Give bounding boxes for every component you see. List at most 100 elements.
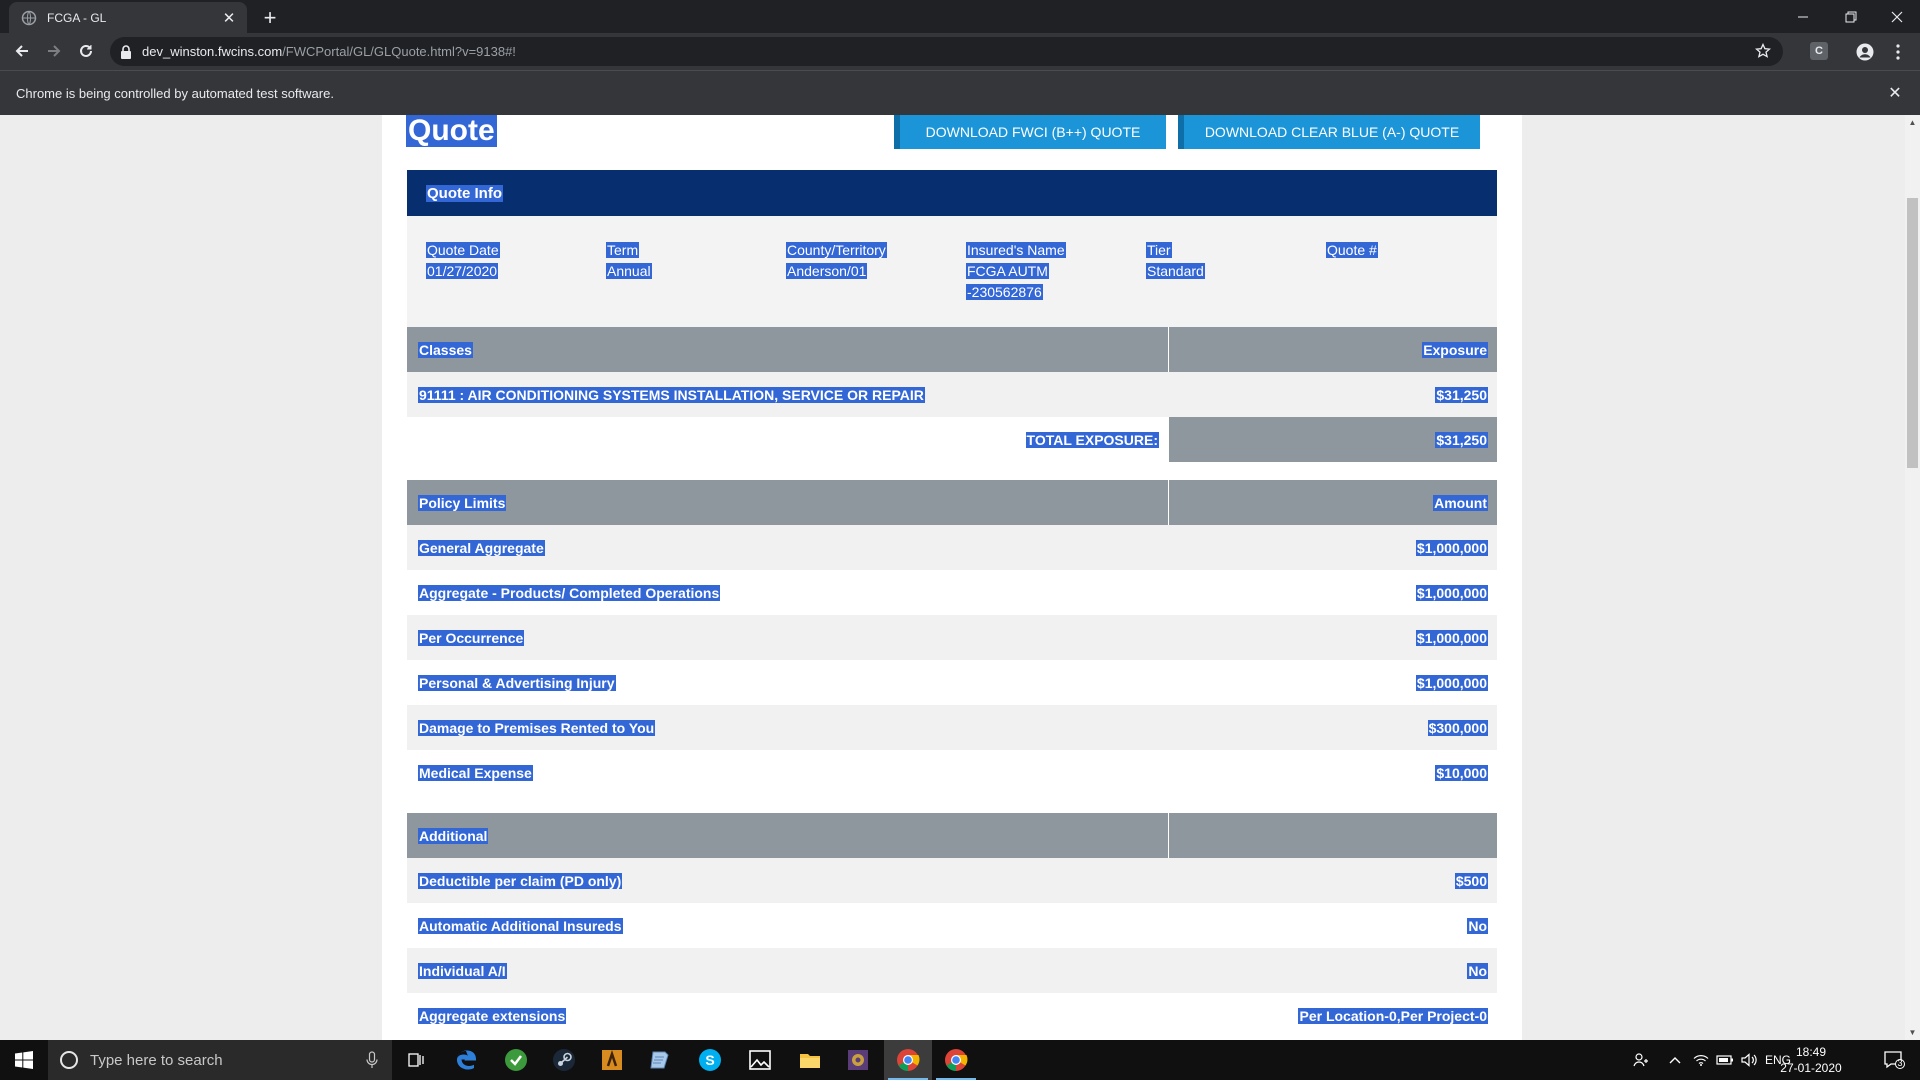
field-label: Term — [606, 242, 640, 258]
page-scrollbar[interactable]: ▲ ▼ — [1905, 115, 1920, 1040]
file-explorer-icon[interactable] — [786, 1040, 834, 1080]
table-row: Deductible per claim (PD only) $500 — [407, 858, 1497, 903]
policy-limits-header-label: Policy Limits — [418, 494, 507, 511]
clock-time: 18:49 — [1795, 1045, 1827, 1059]
table-row: 91111 : AIR CONDITIONING SYSTEMS INSTALL… — [407, 372, 1497, 417]
battery-icon[interactable] — [1714, 1040, 1736, 1080]
microphone-icon[interactable] — [366, 1051, 378, 1073]
table-row: Aggregate - Products/ Completed Operatio… — [407, 570, 1497, 615]
download-fwci-quote-button[interactable]: DOWNLOAD FWCI (B++) QUOTE — [894, 115, 1166, 149]
table-row: General Aggregate $1,000,000 — [407, 525, 1497, 570]
reload-icon[interactable] — [72, 37, 100, 65]
table-row: Medical Expense $10,000 — [407, 750, 1497, 795]
back-arrow-icon[interactable] — [8, 37, 36, 65]
field-label: Quote Date — [426, 242, 500, 258]
table-row: Individual A/I No — [407, 948, 1497, 993]
additional-label: Individual A/I — [418, 962, 507, 979]
total-exposure-row: TOTAL EXPOSURE: $31,250 — [407, 417, 1497, 462]
quote-number-field: Quote # — [1326, 240, 1378, 261]
steam-icon[interactable] — [540, 1040, 588, 1080]
task-view-icon[interactable] — [392, 1040, 440, 1080]
download-clear-blue-quote-button[interactable]: DOWNLOAD CLEAR BLUE (A-) QUOTE — [1178, 115, 1480, 149]
windows-start-icon[interactable] — [0, 1040, 48, 1080]
bookmark-star-icon[interactable] — [1754, 42, 1773, 61]
game-app-icon[interactable] — [588, 1040, 636, 1080]
browser-tab-strip: FCGA - GL ✕ + — [0, 0, 1920, 33]
classes-header: Classes Exposure — [407, 327, 1497, 372]
field-value: Annual — [606, 263, 652, 279]
limit-label: Per Occurrence — [418, 629, 525, 646]
lock-icon — [120, 44, 134, 59]
skype-icon[interactable]: S — [686, 1040, 734, 1080]
classes-header-label: Classes — [418, 341, 473, 358]
globe-icon — [21, 10, 37, 26]
additional-table: Additional Deductible per claim (PD only… — [407, 813, 1497, 1038]
people-icon[interactable] — [1628, 1040, 1654, 1080]
quote-card: Quote DOWNLOAD FWCI (B++) QUOTE DOWNLOAD… — [382, 115, 1522, 1040]
limit-label: Personal & Advertising Injury — [418, 674, 616, 691]
tier-field: Tier Standard — [1146, 240, 1205, 282]
notification-center-icon[interactable]: 3 — [1874, 1040, 1914, 1080]
total-exposure-value: $31,250 — [1435, 431, 1488, 448]
chrome-icon-2[interactable] — [932, 1040, 980, 1080]
close-window-button[interactable] — [1874, 0, 1920, 33]
cortana-icon — [60, 1051, 78, 1069]
total-exposure-label: TOTAL EXPOSURE: — [1025, 431, 1159, 448]
field-label: County/Territory — [786, 242, 887, 258]
table-row: Automatic Additional Insureds No — [407, 903, 1497, 948]
address-bar[interactable]: dev_winston.fwcins.com/FWCPortal/GL/GLQu… — [110, 37, 1783, 66]
table-row: Per Occurrence $1,000,000 — [407, 615, 1497, 660]
profile-icon[interactable] — [1855, 42, 1875, 62]
taskbar-clock[interactable]: 18:49 27-01-2020 — [1776, 1044, 1846, 1076]
taskbar-search-placeholder: Type here to search — [90, 1051, 223, 1069]
additional-label: Deductible per claim (PD only) — [418, 872, 623, 889]
field-value: Anderson/01 — [786, 263, 868, 279]
notification-count: 3 — [1897, 1058, 1903, 1068]
scroll-thumb[interactable] — [1907, 198, 1918, 468]
app-icon-green[interactable] — [492, 1040, 540, 1080]
limit-value: $1,000,000 — [1415, 539, 1488, 556]
volume-icon[interactable] — [1738, 1040, 1760, 1080]
browser-toolbar: dev_winston.fwcins.com/FWCPortal/GL/GLQu… — [0, 33, 1920, 70]
infobar-text: Chrome is being controlled by automated … — [16, 85, 334, 101]
limit-value: $1,000,000 — [1415, 674, 1488, 691]
additional-value: $500 — [1454, 872, 1488, 889]
limit-value: $1,000,000 — [1415, 584, 1488, 601]
quote-info-title: Quote Info — [426, 184, 503, 202]
tab-title: FCGA - GL — [47, 10, 107, 25]
limit-label: Aggregate - Products/ Completed Operatio… — [418, 584, 721, 601]
quote-info-header: Quote Info — [407, 170, 1497, 216]
chrome-icon[interactable] — [884, 1040, 932, 1080]
insured-name-field: Insured's Name FCGA AUTM -230562876 — [966, 240, 1066, 303]
extension-icon[interactable]: C — [1810, 42, 1828, 60]
game-icon-2[interactable] — [834, 1040, 882, 1080]
classes-table: Classes Exposure 91111 : AIR CONDITIONIN… — [407, 327, 1497, 462]
photos-icon[interactable] — [736, 1040, 784, 1080]
field-label: Tier — [1146, 242, 1172, 258]
chevron-up-icon[interactable] — [1664, 1040, 1686, 1080]
browser-tab[interactable]: FCGA - GL ✕ — [9, 2, 247, 33]
automation-infobar: Chrome is being controlled by automated … — [0, 70, 1920, 115]
infobar-close-icon[interactable]: ✕ — [1886, 84, 1904, 102]
class-exposure: $31,250 — [1435, 386, 1488, 403]
forward-arrow-icon[interactable] — [40, 37, 68, 65]
new-tab-button[interactable]: + — [256, 4, 284, 32]
windows-taskbar: Type here to search S ENG 18:49 27-01-20… — [0, 1040, 1920, 1080]
policy-limits-table: Policy Limits Amount General Aggregate $… — [407, 480, 1497, 795]
restore-button[interactable] — [1828, 0, 1874, 33]
limit-value: $300,000 — [1427, 719, 1488, 736]
field-label: Quote # — [1326, 242, 1378, 258]
limit-label: General Aggregate — [418, 539, 545, 556]
limit-label: Medical Expense — [418, 764, 533, 781]
wifi-icon[interactable] — [1690, 1040, 1712, 1080]
scroll-down-arrow-icon[interactable]: ▼ — [1905, 1025, 1920, 1040]
taskbar-search-box[interactable]: Type here to search — [48, 1040, 392, 1080]
svg-text:S: S — [705, 1052, 714, 1068]
menu-kebab-icon[interactable] — [1888, 42, 1908, 62]
scroll-up-arrow-icon[interactable]: ▲ — [1905, 115, 1920, 130]
tab-close-icon[interactable]: ✕ — [221, 10, 237, 27]
edge-browser-icon[interactable] — [442, 1040, 490, 1080]
notepad-icon[interactable] — [636, 1040, 684, 1080]
exposure-header-label: Exposure — [1422, 341, 1488, 358]
minimize-button[interactable] — [1780, 0, 1826, 33]
